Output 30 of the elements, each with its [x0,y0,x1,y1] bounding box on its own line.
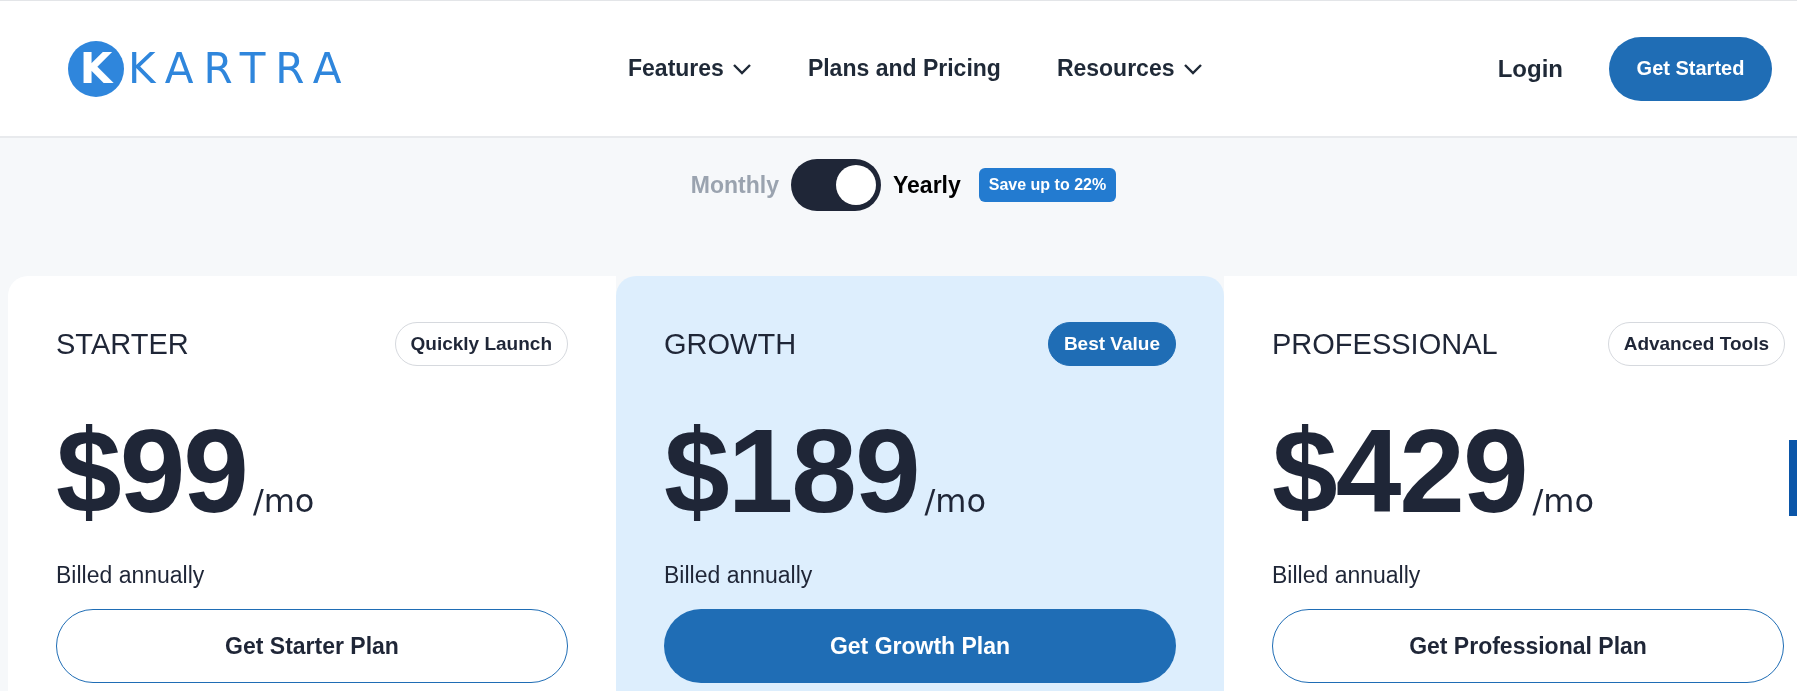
plan-badge: Quickly Launch [394,322,568,366]
plan-name: PROFESSIONAL [1272,327,1498,361]
plan-badge: Best Value [1047,322,1176,366]
get-started-button[interactable]: Get Started [1609,36,1772,101]
nav-link[interactable]: Resources [1056,55,1203,82]
billing-note: Billed annually [56,562,206,589]
login-link[interactable]: Login [1497,54,1563,83]
savings-badge: Save up to 22% [978,168,1117,202]
billing-note: Billed annually [664,562,814,589]
plan-name: STARTER [56,327,189,361]
logo-mark[interactable]: K [68,40,124,97]
logo-wordmark[interactable]: KARTRA [128,44,352,93]
plan-price: $189 [664,404,919,539]
nav-link[interactable]: Features [628,55,752,82]
plan-button[interactable]: Get Growth Plan [664,609,1176,683]
plan-button[interactable]: Get Professional Plan [1272,609,1784,683]
billing-note: Billed annually [1272,562,1422,589]
nav-link[interactable]: Plans and Pricing [807,55,1001,82]
chevron-down-icon [1182,62,1203,75]
price-period: /mo [924,482,987,520]
plan-name: GROWTH [664,327,797,361]
billing-toggle[interactable] [791,159,881,211]
yearly-option[interactable]: Yearly [893,171,961,199]
plan-badge: Advanced Tools [1607,322,1785,366]
price-period: /mo [1532,482,1595,520]
chevron-down-icon [731,62,752,75]
plan-price: $99 [56,404,247,539]
price-period: /mo [252,482,315,520]
plan-button[interactable]: Get Starter Plan [56,609,568,683]
plan-price: $429 [1272,404,1527,539]
